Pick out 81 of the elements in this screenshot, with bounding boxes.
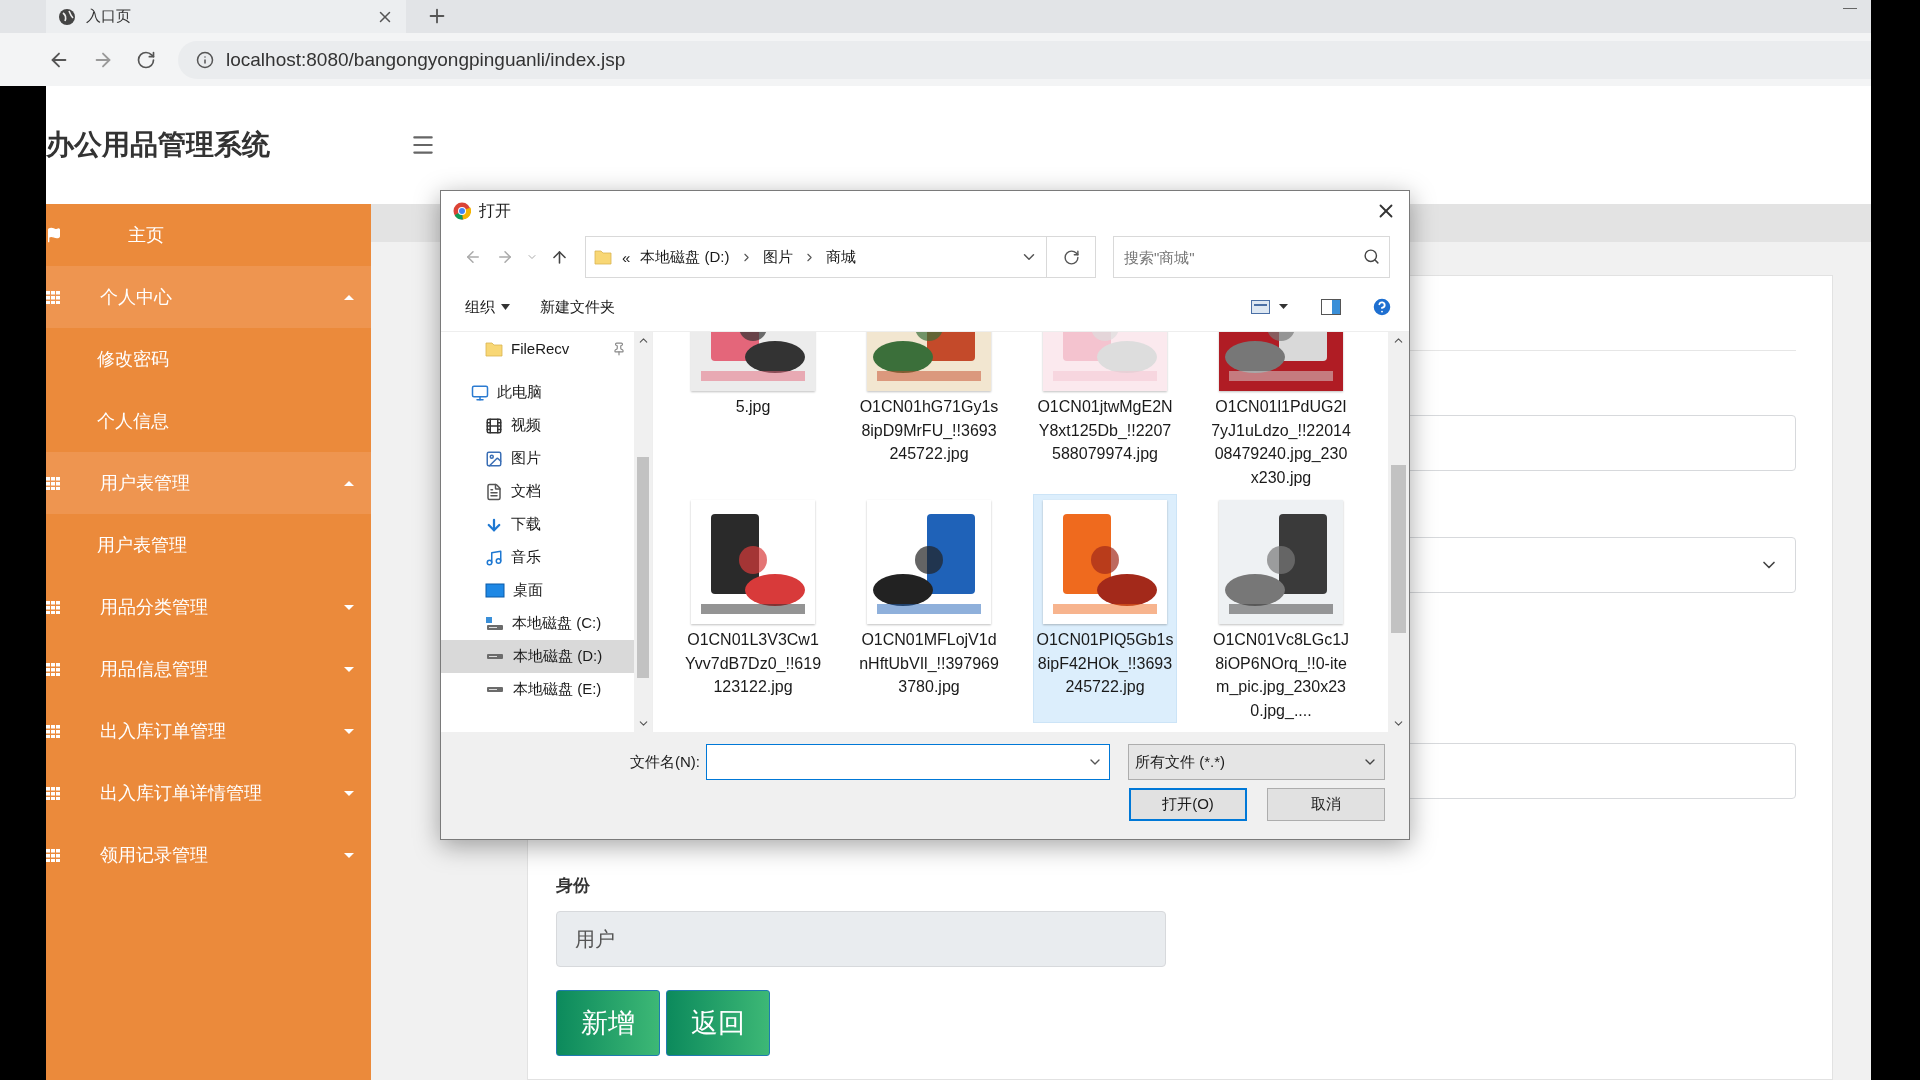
grid-icon [46,724,61,738]
nav-pane-item[interactable]: 文档 [441,475,634,508]
path-bar[interactable]: « 本地磁盘 (D:) 图片 商城 [585,236,1047,278]
path-segment[interactable]: 图片 [762,247,793,267]
path-segment[interactable]: 本地磁盘 (D:) [640,247,730,267]
reload-icon[interactable] [136,49,156,70]
picture-icon [485,449,503,468]
grid-icon [46,476,61,490]
app-title: 办公用品管理系统 [46,128,271,162]
nav-pane-item[interactable]: 视频 [441,409,634,442]
caret-icon [344,666,354,672]
file-item[interactable]: O1CN01PIQ5Gb1s8ipF42HOk_!!3693245722.jpg [1033,494,1177,723]
cancel-button[interactable]: 取消 [1267,788,1385,821]
globe-icon [58,7,76,26]
right-arrow-icon [496,248,514,266]
file-item[interactable]: O1CN01jtwMgE2NY8xt125Db_!!2207588079974.jpg [1033,332,1177,490]
grid-icon [46,786,61,800]
back-button[interactable]: 返回 [666,990,770,1056]
caret-icon [344,852,354,858]
nav-pane-item[interactable]: FileRecv [441,332,634,365]
nav-pane-item[interactable]: 下载 [441,508,634,541]
document-icon [485,482,503,501]
path-segment[interactable]: 商城 [825,247,856,267]
file-item[interactable]: O1CN01Vc8LGc1J8iOP6NOrq_!!0-item_pic.jpg_230x230.jpg_.... [1209,494,1353,723]
flag-icon [46,227,62,243]
file-item[interactable]: O1CN01l1PdUG2I7yJ1uLdzo_!!2201408479240.jpg_230x230.jpg [1209,332,1353,490]
view-icon[interactable] [1251,299,1291,315]
scrollbar[interactable] [1388,332,1409,732]
caret-icon [501,304,510,310]
info-icon [196,50,214,69]
grid-icon [46,600,61,614]
help-icon[interactable] [1371,296,1393,318]
file-item[interactable]: O1CN01hG71Gy1s8ipD9MrFU_!!3693245722.jpg [857,332,1001,490]
scrollbar[interactable] [634,332,652,732]
grid-icon [46,290,61,304]
drive-icon [487,687,503,692]
caret-icon [344,790,354,796]
overflow-marker[interactable]: « [622,248,631,266]
grid-icon [46,662,61,676]
browser-logo-icon [453,202,471,220]
add-button[interactable]: 新增 [556,990,660,1056]
field-label: 身份 [556,875,591,897]
caret-icon [344,728,354,734]
file-item[interactable]: O1CN01L3V3Cw1Yvv7dB7Dz0_!!619123122.jpg [681,494,825,723]
nav-pane-item[interactable]: 此电脑 [441,376,634,409]
drive-icon [487,654,503,659]
music-icon [485,548,503,567]
nav-pane-item[interactable]: 桌面 [441,574,634,607]
file-item[interactable]: O1CN01MFLojV1dnHftUbVIl_!!3979693780.jpg [857,494,1001,723]
filetype-select[interactable]: 所有文件 (*.*) [1128,744,1385,780]
browser-tab[interactable]: 入口页 [46,0,406,33]
refresh-icon [1062,248,1080,266]
folder-icon [485,339,503,358]
computer-icon [471,383,489,402]
film-icon [485,416,503,435]
dialog-title: 打开 [479,200,512,221]
tab-title: 入口页 [86,7,132,26]
filename-field[interactable] [706,744,1110,780]
nav-pane-item[interactable]: 图片 [441,442,634,475]
file-item[interactable]: 5.jpg [681,332,825,490]
search-field[interactable]: 搜索"商城" [1113,236,1390,278]
nav-pane-item[interactable]: 本地磁盘 (C:) [441,607,634,640]
open-button[interactable]: 打开(O) [1129,788,1247,821]
address-bar[interactable]: localhost:8080/bangongyongpinguanli/index.jsp [178,40,1871,79]
search-icon [1363,248,1380,265]
caret-icon [344,604,354,610]
grid-icon [46,848,61,862]
nav-pane-item[interactable]: 音乐 [441,541,634,574]
nav-pane-item[interactable]: 本地磁盘 (D:) [441,640,634,673]
new-folder-button[interactable]: 新建文件夹 [540,297,615,317]
desktop-icon [485,581,505,600]
caret-icon [344,294,354,300]
preview-pane-icon[interactable] [1321,299,1341,315]
nav-pane-item[interactable]: 本地磁盘 (E:) [441,673,634,706]
folder-icon [594,248,612,266]
organize-menu[interactable]: 组织 [465,297,510,317]
system-drive-icon [486,617,503,630]
caret-icon [344,480,354,486]
refresh-button[interactable] [1047,236,1096,278]
filename-label: 文件名(N): [629,752,701,772]
url-text: localhost:8080/bangongyongpinguanli/index.jsp [226,48,626,71]
